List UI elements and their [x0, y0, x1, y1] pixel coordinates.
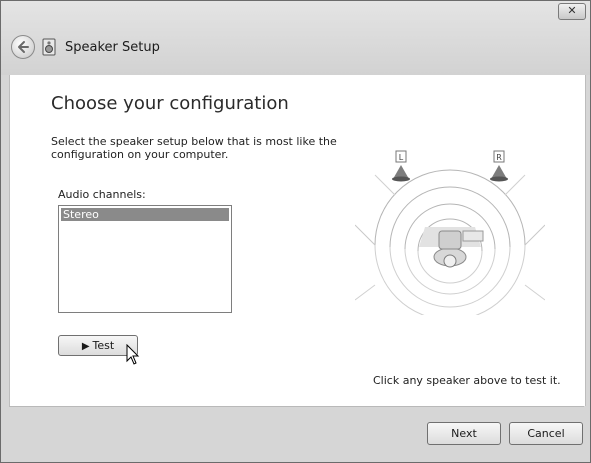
audio-channels-label: Audio channels: — [58, 188, 146, 201]
speaker-diagram: L R — [355, 150, 545, 315]
close-icon: ✕ — [567, 4, 577, 17]
left-speaker-icon[interactable]: L — [392, 150, 410, 182]
right-speaker-icon[interactable]: R — [490, 150, 508, 182]
right-speaker-label: R — [496, 153, 502, 162]
list-item-stereo[interactable]: Stereo — [61, 208, 229, 221]
listener-chair-icon — [433, 230, 484, 268]
audio-channels-list[interactable]: Stereo — [58, 205, 232, 313]
window-title: Speaker Setup — [65, 40, 160, 55]
back-arrow-icon — [18, 41, 29, 53]
next-button[interactable]: Next — [427, 422, 501, 445]
cancel-button[interactable]: Cancel — [509, 422, 583, 445]
page-title: Choose your configuration — [51, 93, 289, 114]
title-bar: ✕ Speaker Setup — [1, 1, 590, 75]
speaker-test-hint: Click any speaker above to test it. — [373, 374, 561, 387]
footer-divider — [9, 406, 584, 407]
play-icon: ▶ — [81, 341, 90, 352]
close-button[interactable]: ✕ — [558, 3, 586, 20]
speaker-setup-window: ✕ Speaker Setup Choose your configuratio… — [0, 0, 591, 463]
mouse-cursor-icon — [126, 344, 140, 365]
speaker-setup-icon — [42, 38, 56, 56]
test-button-label: Test — [92, 339, 115, 352]
left-speaker-label: L — [399, 153, 404, 162]
back-button[interactable] — [11, 35, 35, 59]
instruction-text: Select the speaker setup below that is m… — [51, 135, 337, 161]
